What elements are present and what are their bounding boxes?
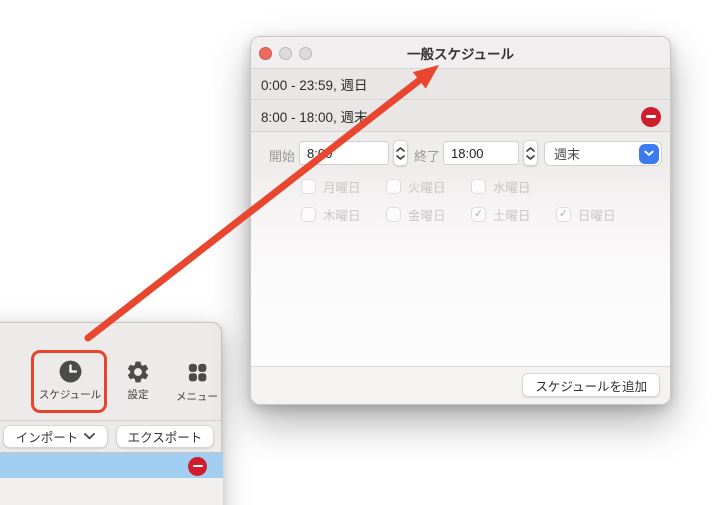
end-time-input[interactable]	[443, 141, 519, 165]
import-button[interactable]: インポート	[3, 425, 108, 448]
end-time-label: 終了	[414, 149, 441, 164]
checkbox-label: 木曜日	[323, 209, 361, 223]
checkbox-label: 水曜日	[493, 181, 531, 195]
add-schedule-button[interactable]: スケジュールを追加	[522, 373, 660, 397]
schedule-list-empty-area	[0, 478, 223, 505]
schedule-row-weekend[interactable]: 8:00 - 18:00, 週末	[251, 101, 670, 132]
schedule-row-weekdays[interactable]: 0:00 - 23:59, 週日	[251, 69, 670, 100]
grid-icon	[157, 361, 237, 387]
checkbox-monday: 月曜日	[301, 177, 361, 196]
screenshot-root: スケジュール 設定 メニュー インポート エクスポート 一般スケジュール 0:0…	[0, 0, 720, 505]
close-button[interactable]	[259, 46, 272, 60]
export-button-label: エクスポート	[127, 431, 203, 445]
checkbox-box	[386, 179, 401, 194]
checkbox-label: 月曜日	[323, 181, 361, 195]
checkbox-label: 金曜日	[408, 209, 446, 223]
chevron-down-icon	[644, 150, 654, 157]
checkbox-box	[301, 179, 316, 194]
minus-icon	[646, 115, 656, 118]
checkbox-label: 火曜日	[408, 181, 446, 195]
start-time-stepper[interactable]	[393, 140, 408, 166]
main-app-window: スケジュール 設定 メニュー インポート エクスポート	[0, 322, 223, 505]
stepper-up-icon	[526, 146, 535, 152]
checkbox-saturday: ✓ 土曜日	[471, 205, 531, 224]
end-time-stepper[interactable]	[523, 140, 538, 166]
toolbar-menu-label: メニュー	[176, 391, 218, 403]
checkbox-box: ✓	[556, 207, 571, 222]
start-time-label: 開始	[269, 149, 296, 164]
checkbox-wednesday: 水曜日	[471, 177, 531, 196]
toolbar-menu-button[interactable]: メニュー	[157, 361, 237, 404]
checkbox-box	[301, 207, 316, 222]
checkbox-friday: 金曜日	[386, 205, 446, 224]
checkbox-label: 土曜日	[493, 209, 531, 223]
bottom-bar: スケジュールを追加	[251, 366, 670, 404]
schedule-list-selected-row[interactable]	[0, 452, 223, 478]
toolbar-divider	[0, 420, 223, 421]
start-time-input[interactable]	[299, 141, 389, 165]
schedule-row-label: 0:00 - 23:59, 週日	[261, 78, 368, 93]
schedule-row-label: 8:00 - 18:00, 週末	[261, 110, 368, 125]
stepper-down-icon	[526, 154, 535, 160]
stepper-up-icon	[396, 146, 405, 152]
checkbox-box	[386, 207, 401, 222]
checkbox-sunday: ✓ 日曜日	[556, 205, 616, 224]
export-button[interactable]: エクスポート	[116, 425, 214, 448]
window-title: 一般スケジュール	[406, 46, 515, 62]
delete-schedule-button[interactable]	[641, 106, 661, 127]
chevron-down-icon	[84, 433, 96, 440]
preset-dropdown-button[interactable]	[639, 143, 659, 164]
checkbox-box	[471, 179, 486, 194]
titlebar: 一般スケジュール	[251, 37, 670, 69]
preset-dropdown-value: 週末	[554, 147, 581, 162]
delete-row-button[interactable]	[188, 456, 207, 476]
checkbox-thursday: 木曜日	[301, 205, 361, 224]
checkbox-box: ✓	[471, 207, 486, 222]
stepper-down-icon	[396, 154, 405, 160]
checkbox-label: 日曜日	[578, 209, 616, 223]
import-button-label: インポート	[15, 431, 79, 445]
checkbox-tuesday: 火曜日	[386, 177, 446, 196]
preset-dropdown[interactable]: 週末	[544, 141, 662, 166]
minus-icon	[192, 464, 203, 468]
minimize-button	[279, 46, 292, 60]
schedule-window: 一般スケジュール 0:00 - 23:59, 週日 8:00 - 18:00, …	[250, 36, 671, 405]
zoom-button	[299, 46, 312, 60]
